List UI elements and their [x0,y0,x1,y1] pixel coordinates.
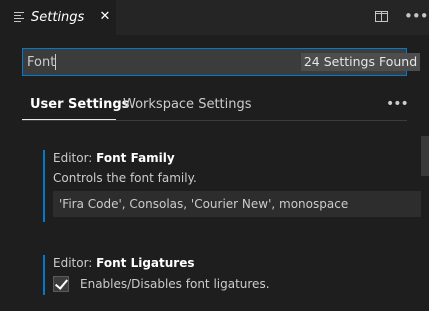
tab-title: Settings [31,10,85,25]
scrollbar-thumb[interactable] [421,136,429,176]
editor-tab-bar: Settings ✕ ••• [0,0,429,35]
setting-description: Controls the font family. [53,171,197,185]
tab-workspace-settings[interactable]: Workspace Settings [123,97,252,112]
settings-search-input[interactable] [27,53,267,71]
results-count-badge: 24 Settings Found [301,53,420,71]
modified-indicator [43,255,45,295]
setting-title: Editor: Font Family [53,151,175,165]
settings-search-box[interactable]: 24 Settings Found [22,48,420,76]
divider [22,120,407,121]
list-icon [14,12,24,22]
settings-scope-tabs: User Settings Workspace Settings ••• [22,88,409,120]
modified-indicator [43,150,45,222]
split-editor-icon[interactable] [375,11,388,22]
more-icon[interactable]: ••• [386,96,409,112]
font-ligatures-checkbox[interactable] [53,276,69,292]
close-icon[interactable]: ✕ [98,9,112,25]
more-actions-icon[interactable]: ••• [404,9,429,25]
text-caret [55,54,56,70]
font-family-input[interactable]: 'Fira Code', Consolas, 'Courier New', mo… [53,191,421,217]
setting-font-family: Editor: Font Family Controls the font fa… [43,150,421,222]
setting-description: Enables/Disables font ligatures. [80,277,270,291]
settings-tab[interactable]: Settings ✕ [0,0,116,35]
setting-font-ligatures: Editor: Font Ligatures Enables/Disables … [43,255,421,295]
setting-title: Editor: Font Ligatures [53,256,195,270]
tab-user-settings[interactable]: User Settings [30,97,129,112]
